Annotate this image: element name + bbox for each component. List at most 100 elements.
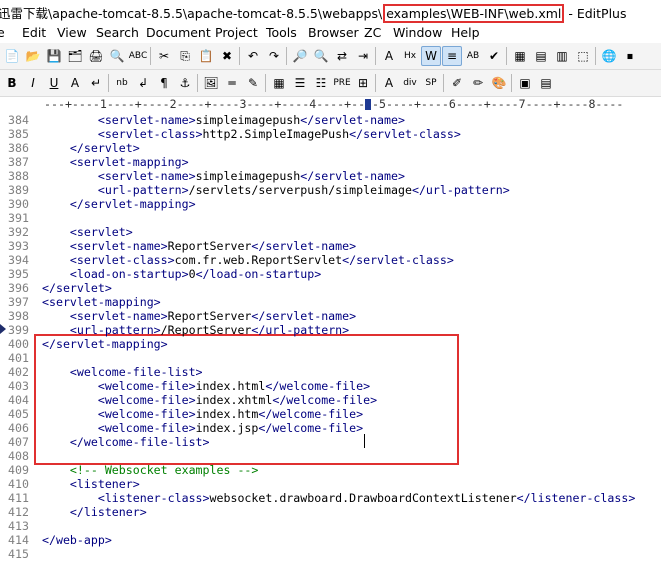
view-browser-icon[interactable]: ▣ [515, 73, 535, 93]
ruler-icon[interactable]: AB [463, 46, 483, 66]
code-line[interactable]: 385 <servlet-class>http2.SimpleImagePush… [0, 127, 661, 141]
anchor-icon[interactable]: ⚓ [175, 73, 195, 93]
replace-icon[interactable]: ⇄ [332, 46, 352, 66]
code-line[interactable]: 391 [0, 211, 661, 225]
table-wizard-icon[interactable]: ⊞ [353, 73, 373, 93]
save-all-icon[interactable]: 🗂 [65, 46, 85, 66]
code-line[interactable]: 398 <servlet-name>ReportServer</servlet-… [0, 309, 661, 323]
underline-icon[interactable]: U [44, 73, 64, 93]
paste-icon[interactable]: 📋 [196, 46, 216, 66]
editor-area[interactable]: 384 <servlet-name>simpleimagepush</servl… [0, 112, 661, 566]
browser-icon[interactable]: 🌐 [599, 46, 619, 66]
code-line[interactable]: 395 <load-on-startup>0</load-on-startup> [0, 267, 661, 281]
fullscreen-icon[interactable]: ⬚ [573, 46, 593, 66]
menu-edit[interactable]: Edit [22, 25, 46, 40]
copy-icon[interactable]: ⎘ [175, 46, 195, 66]
code-line[interactable]: 408 [0, 449, 661, 463]
redo-icon[interactable]: ↷ [264, 46, 284, 66]
open-file-icon[interactable]: 📂 [23, 46, 43, 66]
line-number-icon[interactable]: ≡ [442, 46, 462, 66]
cliptext-icon[interactable]: ▤ [531, 46, 551, 66]
print-icon[interactable]: 🖨 [86, 46, 106, 66]
list-icon[interactable]: ☷ [311, 73, 331, 93]
paragraph-icon[interactable]: ¶ [154, 73, 174, 93]
code-line[interactable]: 411 <listener-class>websocket.drawboard.… [0, 491, 661, 505]
menu-project[interactable]: Project [215, 25, 258, 40]
hex-icon[interactable]: Hx [400, 46, 420, 66]
code-line[interactable]: 404 <welcome-file>index.xhtml</welcome-f… [0, 393, 661, 407]
menu-e[interactable]: e [0, 25, 5, 40]
italic-icon[interactable]: I [23, 73, 43, 93]
bold-icon[interactable]: B [2, 73, 22, 93]
span-icon[interactable]: SP [421, 73, 441, 93]
code-line[interactable]: 410 <listener> [0, 477, 661, 491]
horizontal-rule-icon[interactable]: ═ [222, 73, 242, 93]
cut-icon[interactable]: ✂ [154, 46, 174, 66]
code-line[interactable]: 409 <!-- Websocket examples --> [0, 463, 661, 477]
spell-check-icon[interactable]: ABC [128, 46, 148, 66]
code-line[interactable]: 412 </listener> [0, 505, 661, 519]
code-line[interactable]: 387 <servlet-mapping> [0, 155, 661, 169]
find-next-icon[interactable]: 🔍 [311, 46, 331, 66]
code-line[interactable]: 400 </servlet-mapping> [0, 337, 661, 351]
cliptext-panel-icon[interactable]: ▤ [536, 73, 556, 93]
nbsp-icon[interactable]: nb [112, 73, 132, 93]
spell-ok-icon[interactable]: ✔ [484, 46, 504, 66]
code-line[interactable]: 390 </servlet-mapping> [0, 197, 661, 211]
font-icon[interactable]: A [379, 46, 399, 66]
menu-tools[interactable]: Tools [266, 25, 297, 40]
indent-icon[interactable]: ⇥ [353, 46, 373, 66]
code-line[interactable]: 415 [0, 547, 661, 561]
code-line[interactable]: 405 <welcome-file>index.htm</welcome-fil… [0, 407, 661, 421]
code-line[interactable]: 392 <servlet> [0, 225, 661, 239]
find-icon[interactable]: 🔎 [290, 46, 310, 66]
word-wrap-icon[interactable]: W [421, 46, 441, 66]
output-window-icon[interactable]: ▥ [552, 46, 572, 66]
code-line[interactable]: 414 </web-app> [0, 533, 661, 547]
code-line[interactable]: 406 <welcome-file>index.jsp</welcome-fil… [0, 421, 661, 435]
save-icon[interactable]: 💾 [44, 46, 64, 66]
code-line[interactable]: 388 <servlet-name>simpleimagepush</servl… [0, 169, 661, 183]
code-line[interactable]: 393 <servlet-name>ReportServer</servlet-… [0, 239, 661, 253]
line-break-icon[interactable]: ↵ [86, 73, 106, 93]
pencil-icon[interactable]: ✏ [468, 73, 488, 93]
text-color-icon[interactable]: A [379, 73, 399, 93]
code-line[interactable]: 394 <servlet-class>com.fr.web.ReportServ… [0, 253, 661, 267]
font-color-icon[interactable]: A [65, 73, 85, 93]
xml-tag: <welcome-file-list> [42, 365, 203, 379]
stop-icon[interactable]: ⏹ [620, 46, 640, 66]
code-line[interactable]: 389 <url-pattern>/servlets/serverpush/si… [0, 183, 661, 197]
menu-browser[interactable]: Browser [308, 25, 359, 40]
line-number: 387 [8, 155, 29, 169]
return-icon[interactable]: ↲ [133, 73, 153, 93]
code-line[interactable]: 384 <servlet-name>simpleimagepush</servl… [0, 113, 661, 127]
edit-icon[interactable]: ✐ [447, 73, 467, 93]
code-line[interactable]: 396 </servlet> [0, 281, 661, 295]
code-line[interactable]: 407 </welcome-file-list> [0, 435, 661, 449]
image-icon[interactable]: 🖼 [201, 73, 221, 93]
directory-window-icon[interactable]: ▦ [510, 46, 530, 66]
menu-search[interactable]: Search [96, 25, 139, 40]
pre-icon[interactable]: PRE [332, 73, 352, 93]
menu-zc[interactable]: ZC [364, 25, 381, 40]
code-line[interactable]: 386 </servlet> [0, 141, 661, 155]
delete-icon[interactable]: ✖ [217, 46, 237, 66]
menu-view[interactable]: View [57, 25, 87, 40]
code-line[interactable]: 399 <url-pattern>/ReportServer</url-patt… [0, 323, 661, 337]
undo-icon[interactable]: ↶ [243, 46, 263, 66]
code-line[interactable]: 403 <welcome-file>index.html</welcome-fi… [0, 379, 661, 393]
form-icon[interactable]: ☰ [290, 73, 310, 93]
code-line[interactable]: 397 <servlet-mapping> [0, 295, 661, 309]
color-picker-icon[interactable]: 🎨 [489, 73, 509, 93]
new-file-icon[interactable]: 📄 [2, 46, 22, 66]
menu-window[interactable]: Window [393, 25, 442, 40]
menu-help[interactable]: Help [451, 25, 480, 40]
div-icon[interactable]: div [400, 73, 420, 93]
comment-icon[interactable]: ✎ [243, 73, 263, 93]
code-line[interactable]: 402 <welcome-file-list> [0, 365, 661, 379]
print-preview-icon[interactable]: 🔍 [107, 46, 127, 66]
code-line[interactable]: 413 [0, 519, 661, 533]
menu-document[interactable]: Document [146, 25, 211, 40]
table-icon[interactable]: ▦ [269, 73, 289, 93]
code-line[interactable]: 401 [0, 351, 661, 365]
